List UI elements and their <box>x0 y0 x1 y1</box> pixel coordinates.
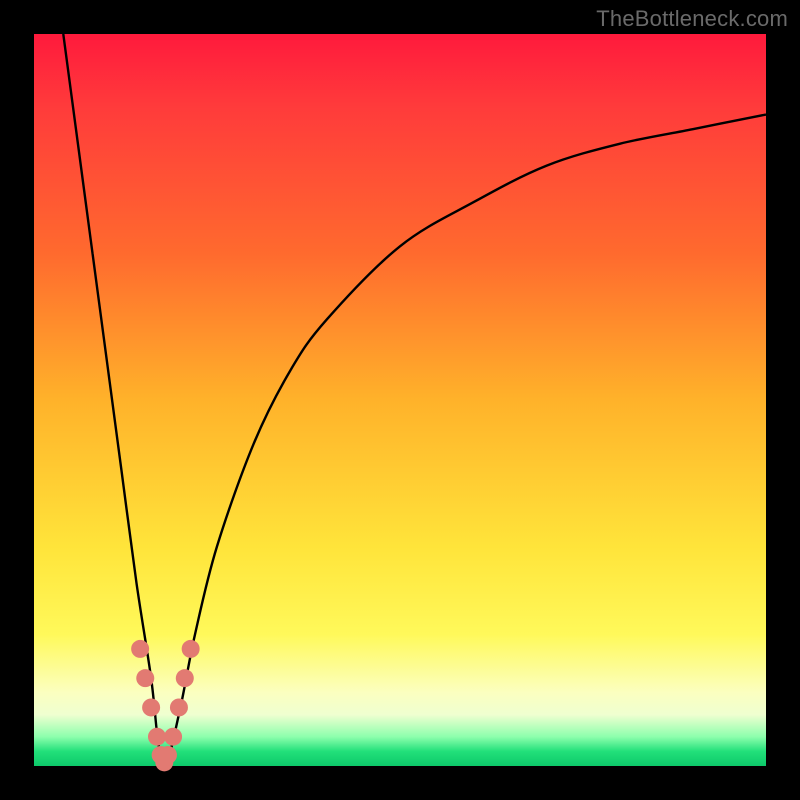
marker-dot <box>131 640 149 658</box>
marker-dot <box>182 640 200 658</box>
marker-dot <box>164 728 182 746</box>
marker-dot <box>170 698 188 716</box>
marker-dot <box>176 669 194 687</box>
watermark-text: TheBottleneck.com <box>596 6 788 32</box>
curve-layer <box>34 34 766 766</box>
marker-dot <box>142 698 160 716</box>
bottleneck-curve <box>63 34 766 768</box>
marker-dot <box>159 746 177 764</box>
marker-dot <box>148 728 166 746</box>
marker-dot <box>136 669 154 687</box>
plot-area <box>34 34 766 766</box>
chart-frame: TheBottleneck.com <box>0 0 800 800</box>
